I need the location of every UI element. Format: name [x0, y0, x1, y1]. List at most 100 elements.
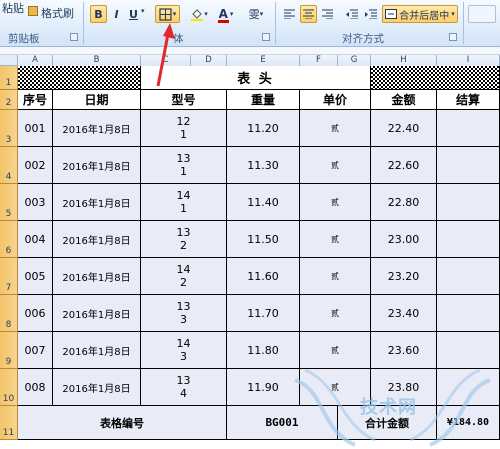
column-heading-cell[interactable]: 日期 [53, 90, 141, 110]
seq-cell[interactable]: 008 [18, 369, 53, 406]
underline-button[interactable]: U [126, 5, 141, 23]
column-header[interactable]: G [338, 55, 371, 66]
select-all-corner[interactable] [0, 55, 18, 66]
column-heading-cell[interactable]: 序号 [18, 90, 53, 110]
align-center-button[interactable] [300, 5, 317, 23]
weight-cell[interactable]: 11.80 [227, 332, 300, 369]
weight-cell[interactable]: 11.20 [227, 110, 300, 147]
date-cell[interactable]: 2016年1月8日 [53, 110, 141, 147]
merge-center-button[interactable]: 合并后居中 ▾ [382, 5, 458, 23]
column-header[interactable]: H [371, 55, 437, 66]
model-cell[interactable]: 14 2 [141, 258, 227, 295]
italic-button[interactable]: I [109, 5, 124, 23]
seq-cell[interactable]: 001 [18, 110, 53, 147]
date-cell[interactable]: 2016年1月8日 [53, 184, 141, 221]
row-header[interactable]: 8 [0, 295, 18, 332]
decrease-indent-button[interactable] [343, 5, 360, 23]
price-cell[interactable]: 贰 [300, 295, 371, 332]
date-cell[interactable]: 2016年1月8日 [53, 369, 141, 406]
settle-cell[interactable] [437, 332, 500, 369]
settle-cell[interactable] [437, 221, 500, 258]
column-header[interactable]: B [53, 55, 141, 66]
settle-cell[interactable] [437, 110, 500, 147]
row-header[interactable]: 4 [0, 147, 18, 184]
settle-cell[interactable] [437, 369, 500, 406]
price-cell[interactable]: 贰 [300, 258, 371, 295]
price-cell[interactable]: 贰 [300, 184, 371, 221]
model-cell[interactable]: 12 1 [141, 110, 227, 147]
amount-cell[interactable]: 22.80 [371, 184, 437, 221]
column-heading-cell[interactable]: 单价 [300, 90, 371, 110]
row-header[interactable]: 10 [0, 369, 18, 406]
date-cell[interactable]: 2016年1月8日 [53, 221, 141, 258]
seq-cell[interactable]: 005 [18, 258, 53, 295]
row-header[interactable]: 7 [0, 258, 18, 295]
row-header[interactable]: 11 [0, 406, 18, 440]
settle-cell[interactable] [437, 258, 500, 295]
fill-color-button[interactable]: ▾ [187, 5, 211, 23]
seq-cell[interactable]: 007 [18, 332, 53, 369]
amount-cell[interactable]: 23.60 [371, 332, 437, 369]
phonetic-button[interactable]: 雯 ▾ [243, 5, 269, 23]
seq-cell[interactable]: 004 [18, 221, 53, 258]
weight-cell[interactable]: 11.30 [227, 147, 300, 184]
title-right-pattern-cell[interactable] [371, 66, 500, 90]
seq-cell[interactable]: 002 [18, 147, 53, 184]
row-header[interactable]: 5 [0, 184, 18, 221]
column-heading-cell[interactable]: 重量 [227, 90, 300, 110]
bold-button[interactable]: B [90, 5, 107, 23]
model-cell[interactable]: 13 3 [141, 295, 227, 332]
amount-cell[interactable]: 22.60 [371, 147, 437, 184]
seq-cell[interactable]: 003 [18, 184, 53, 221]
alignment-launcher-icon[interactable] [449, 33, 457, 41]
row-header[interactable]: 6 [0, 221, 18, 258]
weight-cell[interactable]: 11.60 [227, 258, 300, 295]
settle-cell[interactable] [437, 295, 500, 332]
column-heading-cell[interactable]: 结算 [437, 90, 500, 110]
column-header[interactable]: D [191, 55, 227, 66]
column-header[interactable]: A [18, 55, 53, 66]
date-cell[interactable]: 2016年1月8日 [53, 147, 141, 184]
total-value-cell[interactable]: ¥184.80 [437, 406, 500, 440]
chevron-down-icon[interactable]: ▾ [141, 7, 145, 15]
title-left-pattern-cell[interactable] [18, 66, 141, 90]
column-header[interactable]: E [227, 55, 300, 66]
model-cell[interactable]: 13 4 [141, 369, 227, 406]
weight-cell[interactable]: 11.50 [227, 221, 300, 258]
number-format-dropdown[interactable] [468, 5, 496, 23]
increase-indent-button[interactable] [362, 5, 379, 23]
clipboard-launcher-icon[interactable] [70, 33, 78, 41]
model-cell[interactable]: 14 1 [141, 184, 227, 221]
row-header[interactable]: 1 [0, 66, 18, 90]
format-painter-button[interactable]: 格式刷 [41, 5, 74, 21]
column-header[interactable]: F [300, 55, 338, 66]
date-cell[interactable]: 2016年1月8日 [53, 258, 141, 295]
settle-cell[interactable] [437, 147, 500, 184]
row-header[interactable]: 2 [0, 90, 18, 110]
amount-cell[interactable]: 22.40 [371, 110, 437, 147]
price-cell[interactable]: 贰 [300, 332, 371, 369]
model-cell[interactable]: 14 3 [141, 332, 227, 369]
column-heading-cell[interactable]: 金额 [371, 90, 437, 110]
date-cell[interactable]: 2016年1月8日 [53, 295, 141, 332]
settle-cell[interactable] [437, 184, 500, 221]
font-launcher-icon[interactable] [262, 33, 270, 41]
code-value-cell[interactable]: BG001 [227, 406, 338, 440]
amount-cell[interactable]: 23.40 [371, 295, 437, 332]
row-header[interactable]: 3 [0, 110, 18, 147]
amount-cell[interactable]: 23.20 [371, 258, 437, 295]
code-label-cell[interactable]: 表格编号 [18, 406, 227, 440]
model-cell[interactable]: 13 1 [141, 147, 227, 184]
row-header[interactable]: 9 [0, 332, 18, 369]
price-cell[interactable]: 贰 [300, 221, 371, 258]
price-cell[interactable]: 贰 [300, 147, 371, 184]
align-left-button[interactable] [281, 5, 298, 23]
column-header[interactable]: I [437, 55, 500, 66]
amount-cell[interactable]: 23.00 [371, 221, 437, 258]
font-color-button[interactable]: A ▾ [214, 5, 238, 23]
weight-cell[interactable]: 11.90 [227, 369, 300, 406]
date-cell[interactable]: 2016年1月8日 [53, 332, 141, 369]
paste-button[interactable]: 粘贴 [2, 0, 24, 16]
seq-cell[interactable]: 006 [18, 295, 53, 332]
weight-cell[interactable]: 11.70 [227, 295, 300, 332]
